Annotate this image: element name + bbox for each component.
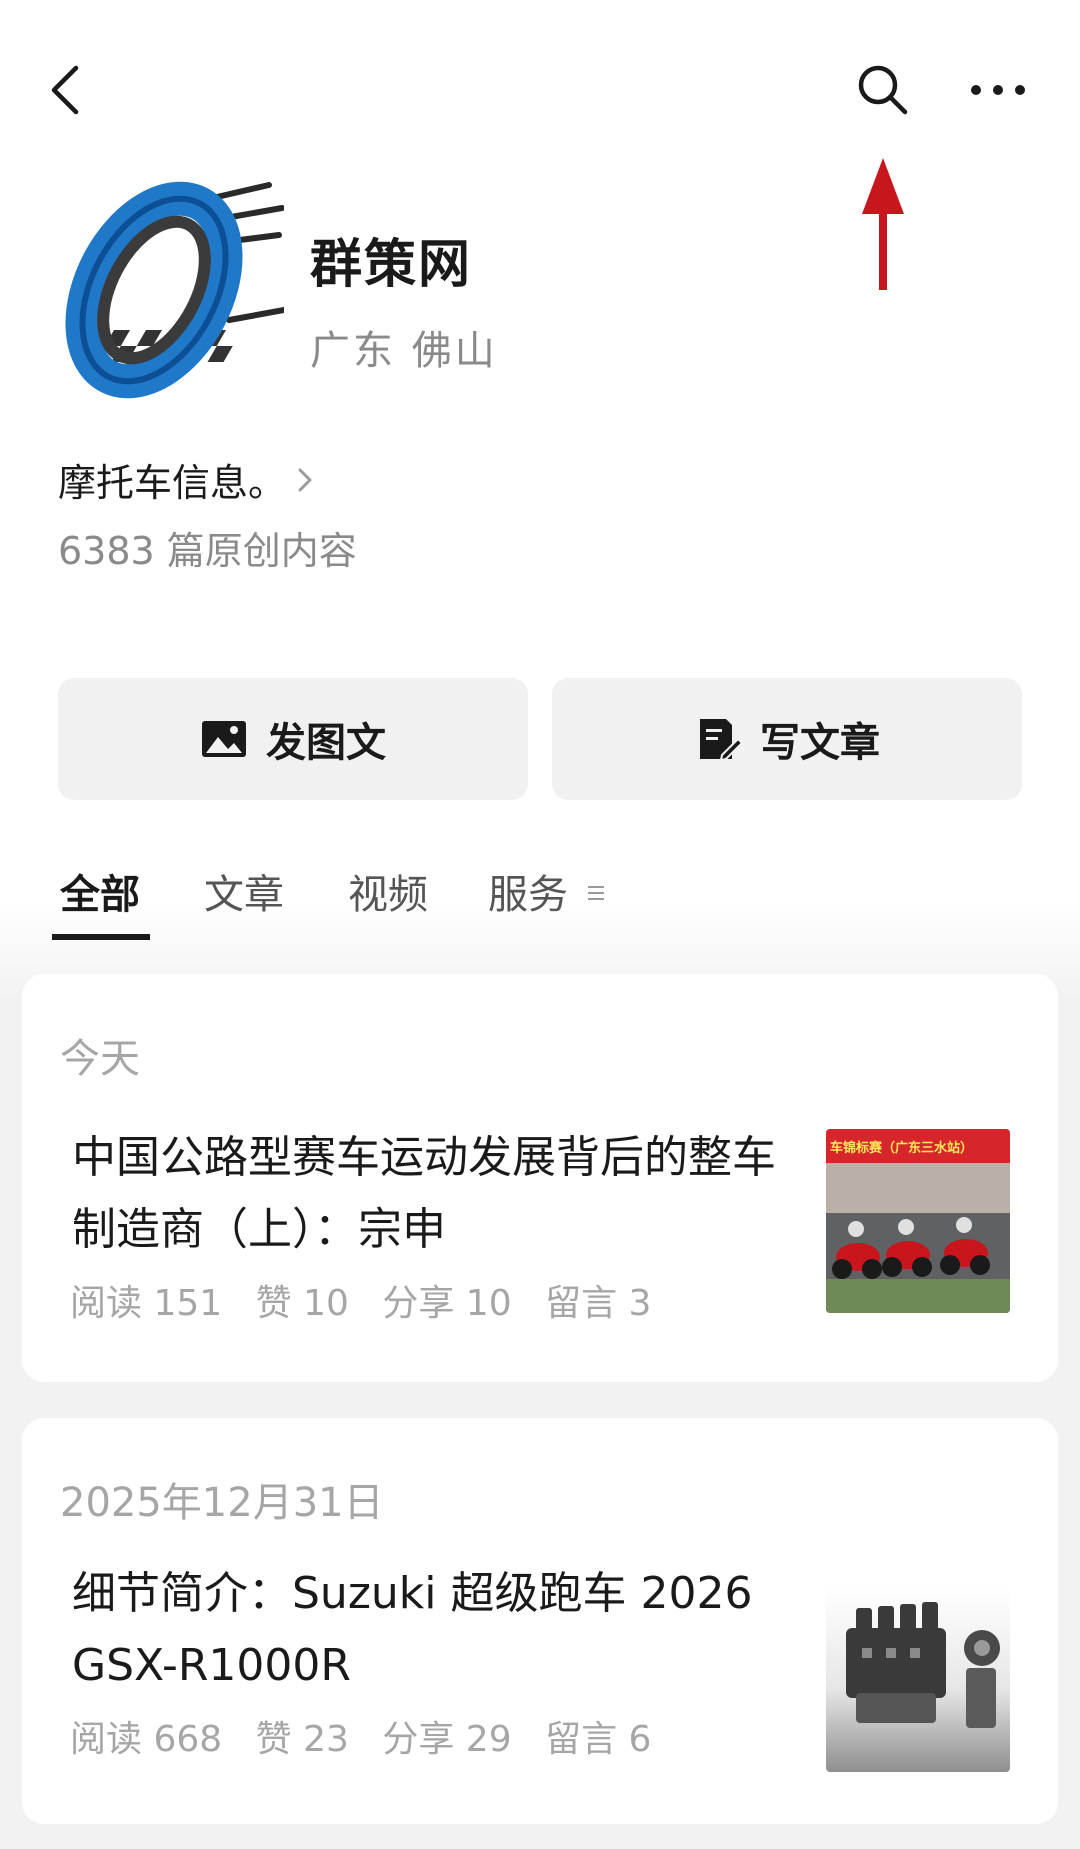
edit-document-icon [700, 719, 742, 761]
share-count: 分享 10 [382, 1283, 512, 1324]
account-location: 广东 佛山 [310, 328, 498, 374]
article-date: 今天 [60, 1036, 140, 1082]
more-icon[interactable] [968, 70, 1028, 110]
account-name: 群策网 [310, 235, 473, 295]
comment-count: 留言 6 [545, 1719, 652, 1760]
post-image-text-label: 发图文 [266, 720, 386, 766]
article-count: 6383 篇原创内容 [58, 529, 357, 573]
share-count: 分享 29 [382, 1719, 512, 1760]
read-count: 阅读 151 [70, 1283, 223, 1324]
like-count: 赞 10 [255, 1283, 349, 1324]
article-title: 细节简介：Suzuki 超级跑车 2026 GSX-R1000R [72, 1568, 753, 1691]
article-thumbnail [826, 1588, 1010, 1772]
tab-services[interactable]: 服务 [488, 862, 568, 920]
read-count: 阅读 668 [70, 1719, 223, 1760]
image-icon [202, 721, 246, 757]
article-card[interactable]: 2025年12月31日 细节简介：Suzuki 超级跑车 2026 GSX-R1… [22, 1418, 1058, 1824]
article-title: 中国公路型赛车运动发展背后的整车制造商（上）：宗申 [72, 1132, 776, 1255]
like-count: 赞 23 [255, 1719, 349, 1760]
post-image-text-button[interactable]: 发图文 [58, 678, 528, 800]
article-date: 2025年12月31日 [60, 1480, 384, 1526]
article-stats: 阅读 668 赞 23 分享 29 留言 6 [70, 1710, 673, 1762]
red-arrow-annotation [860, 158, 906, 292]
article-card[interactable]: 今天 中国公路型赛车运动发展背后的整车制造商（上）：宗申 阅读 151 赞 10… [22, 974, 1058, 1382]
tab-all[interactable]: 全部 [60, 862, 140, 920]
article-stats: 阅读 151 赞 10 分享 10 留言 3 [70, 1274, 673, 1326]
active-tab-indicator [52, 934, 150, 940]
search-icon[interactable] [855, 62, 911, 118]
comment-count: 留言 3 [545, 1283, 652, 1324]
write-article-button[interactable]: 写文章 [552, 678, 1022, 800]
thumbnail-banner-text: 车锦标赛（广东三水站） [830, 1140, 973, 1156]
avatar[interactable] [54, 180, 287, 410]
bio-text: 摩托车信息。 [58, 461, 287, 505]
tab-articles[interactable]: 文章 [204, 862, 284, 920]
bio-link[interactable]: 摩托车信息。 [58, 452, 316, 507]
menu-lines-icon[interactable] [586, 882, 606, 904]
article-thumbnail: 车锦标赛（广东三水站） [826, 1129, 1010, 1313]
write-article-label: 写文章 [760, 720, 880, 766]
back-arrow-icon[interactable] [40, 60, 100, 120]
chevron-right-icon [298, 468, 312, 491]
tab-videos[interactable]: 视频 [348, 862, 428, 920]
